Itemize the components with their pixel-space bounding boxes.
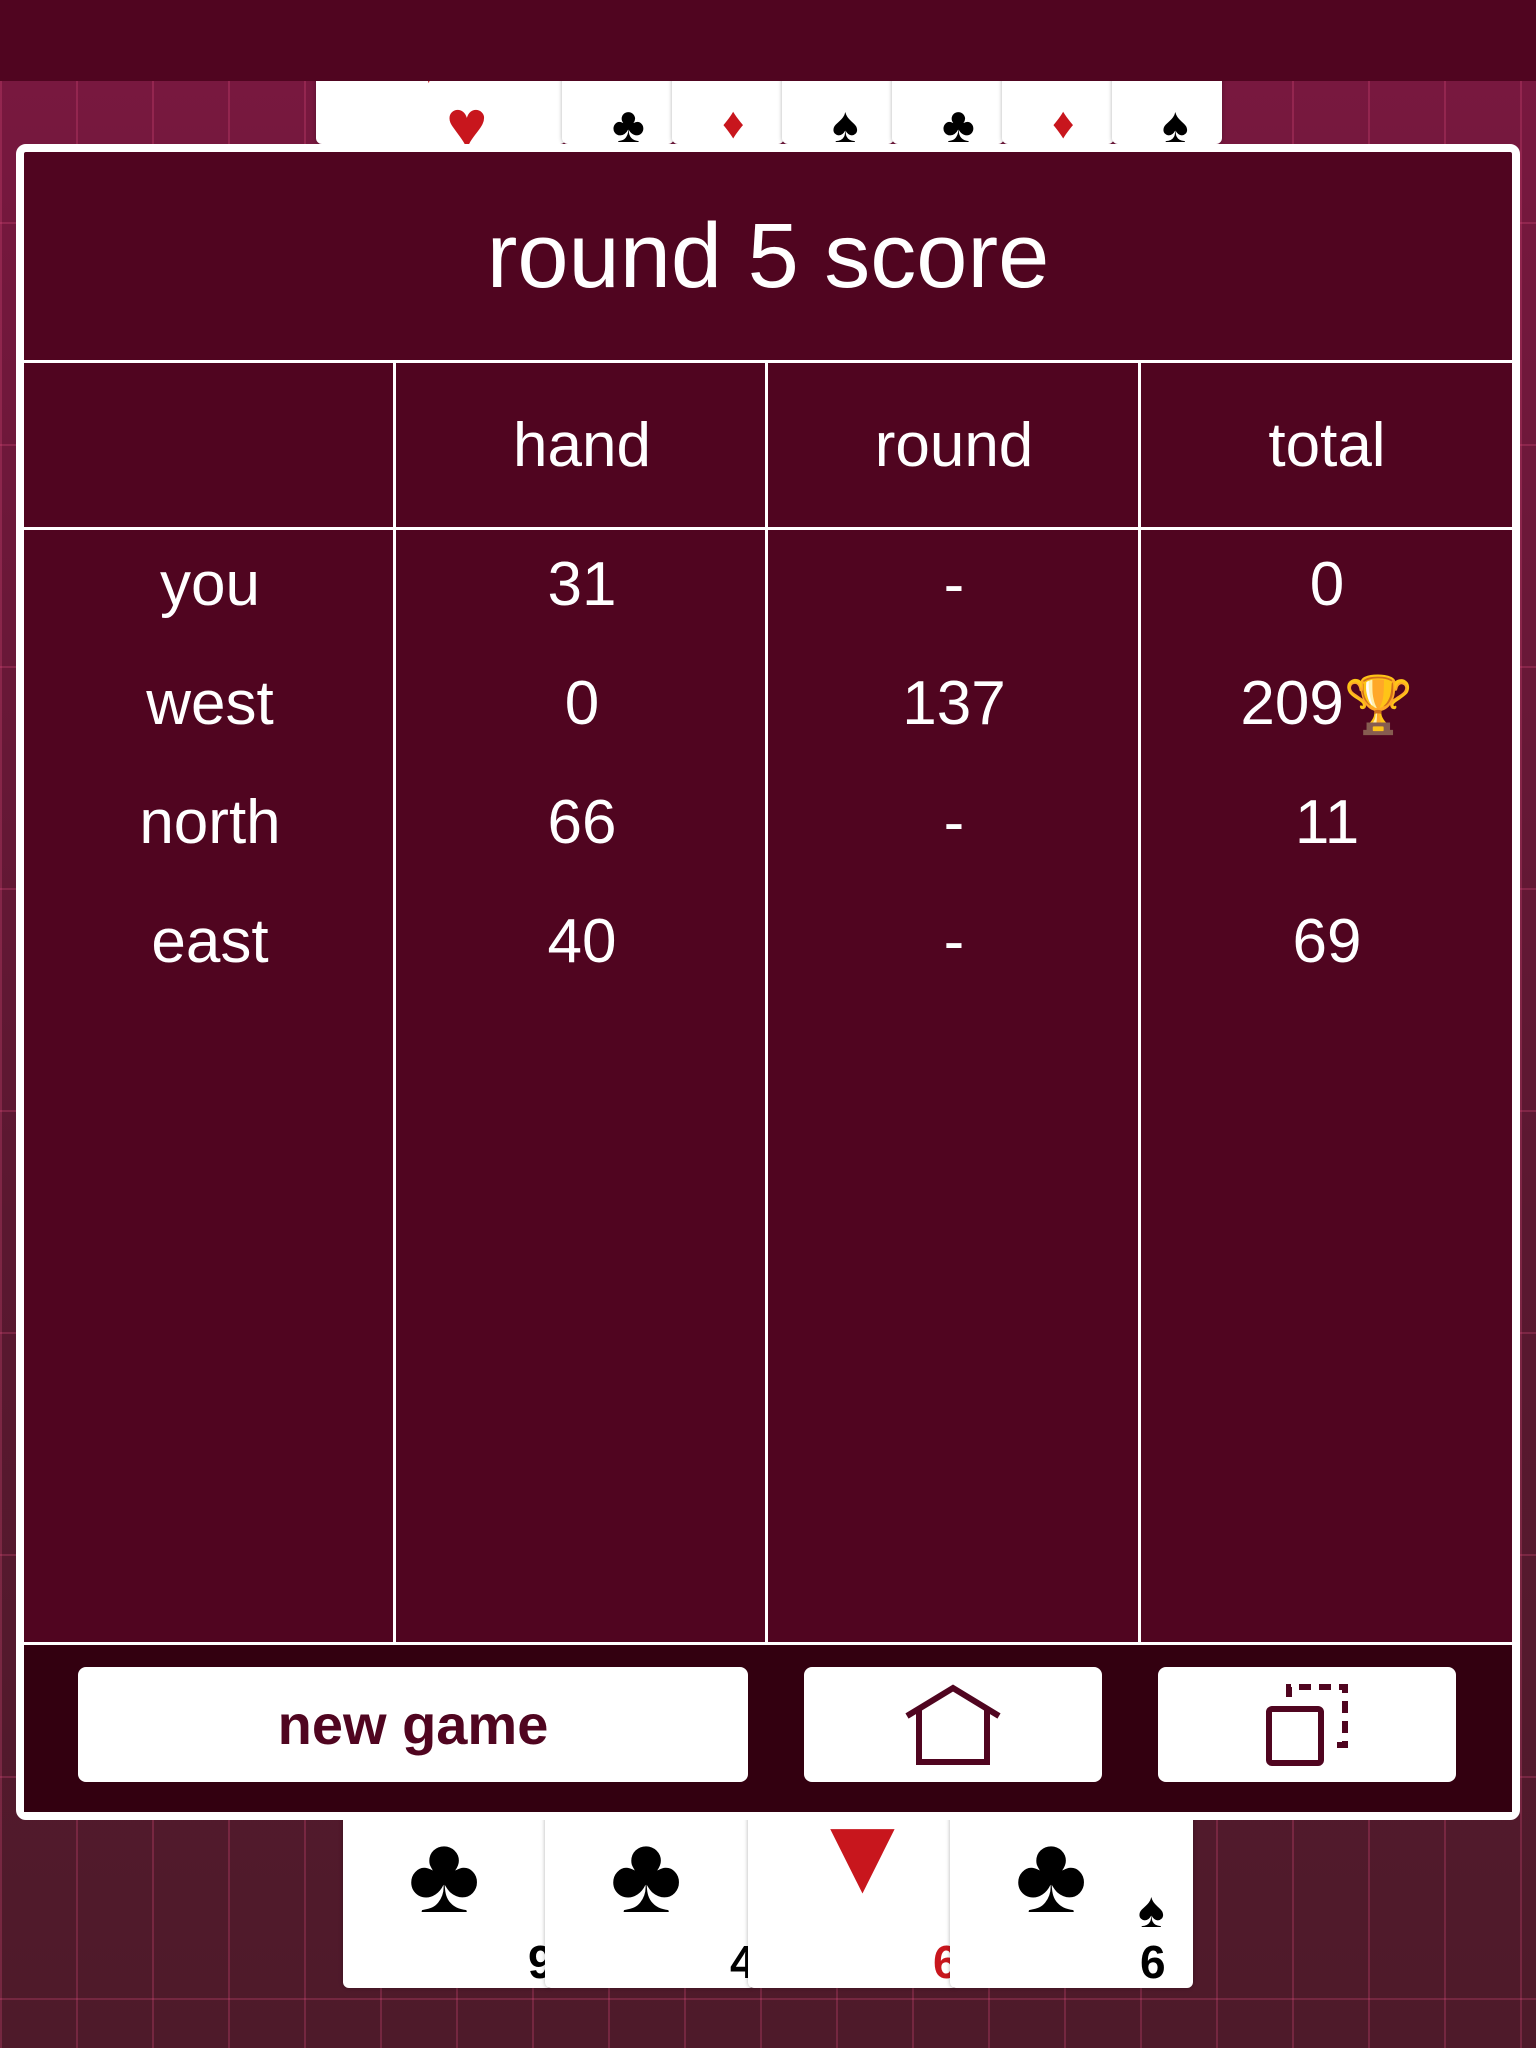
score-table: hand round total you 31 - 0 west 0 137 2…	[24, 363, 1512, 1651]
copy-button[interactable]	[1158, 1667, 1456, 1782]
home-button[interactable]	[804, 1667, 1102, 1782]
new-game-button[interactable]: new game	[78, 1667, 748, 1782]
top-bar	[0, 0, 1536, 81]
score-dialog: round 5 score hand round total you 31 - …	[16, 144, 1520, 1820]
dialog-title: round 5 score	[24, 152, 1512, 363]
header-total: total	[1268, 411, 1386, 480]
header-round: round	[874, 411, 1034, 480]
home-icon	[905, 1683, 1001, 1765]
copy-icon	[1266, 1683, 1348, 1766]
dialog-footer: new game	[24, 1642, 1512, 1812]
trophy-icon: 🏆	[1343, 673, 1414, 736]
header-hand: hand	[513, 411, 651, 480]
